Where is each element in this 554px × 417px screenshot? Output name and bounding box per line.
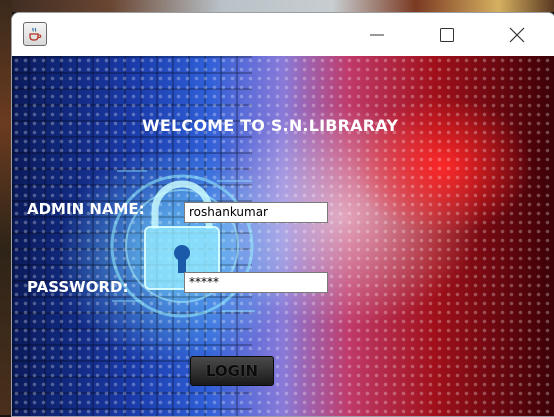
minimize-button[interactable] (342, 13, 412, 56)
login-panel: WELCOME TO S.N.LIBRARAY ADMIN NAME: rosh… (12, 56, 554, 416)
admin-name-label: ADMIN NAME: (27, 200, 145, 218)
maximize-button[interactable] (412, 13, 482, 56)
close-icon (509, 27, 525, 42)
padlock-icon (110, 170, 255, 318)
maximize-icon (440, 27, 454, 42)
login-button-label: LOGIN (205, 362, 259, 380)
desktop-background (0, 0, 554, 12)
background-dots (12, 56, 554, 416)
password-input[interactable]: ***** (184, 272, 328, 293)
login-window: WELCOME TO S.N.LIBRARAY ADMIN NAME: rosh… (11, 12, 554, 417)
admin-name-input[interactable]: roshankumar (184, 202, 328, 223)
title-bar[interactable] (12, 13, 554, 56)
minimize-icon (370, 34, 384, 35)
java-cup-icon (23, 22, 47, 46)
close-button[interactable] (482, 13, 552, 56)
login-button[interactable]: LOGIN (190, 356, 274, 386)
welcome-title: WELCOME TO S.N.LIBRARAY (142, 116, 399, 135)
password-label: PASSWORD: (27, 278, 129, 296)
